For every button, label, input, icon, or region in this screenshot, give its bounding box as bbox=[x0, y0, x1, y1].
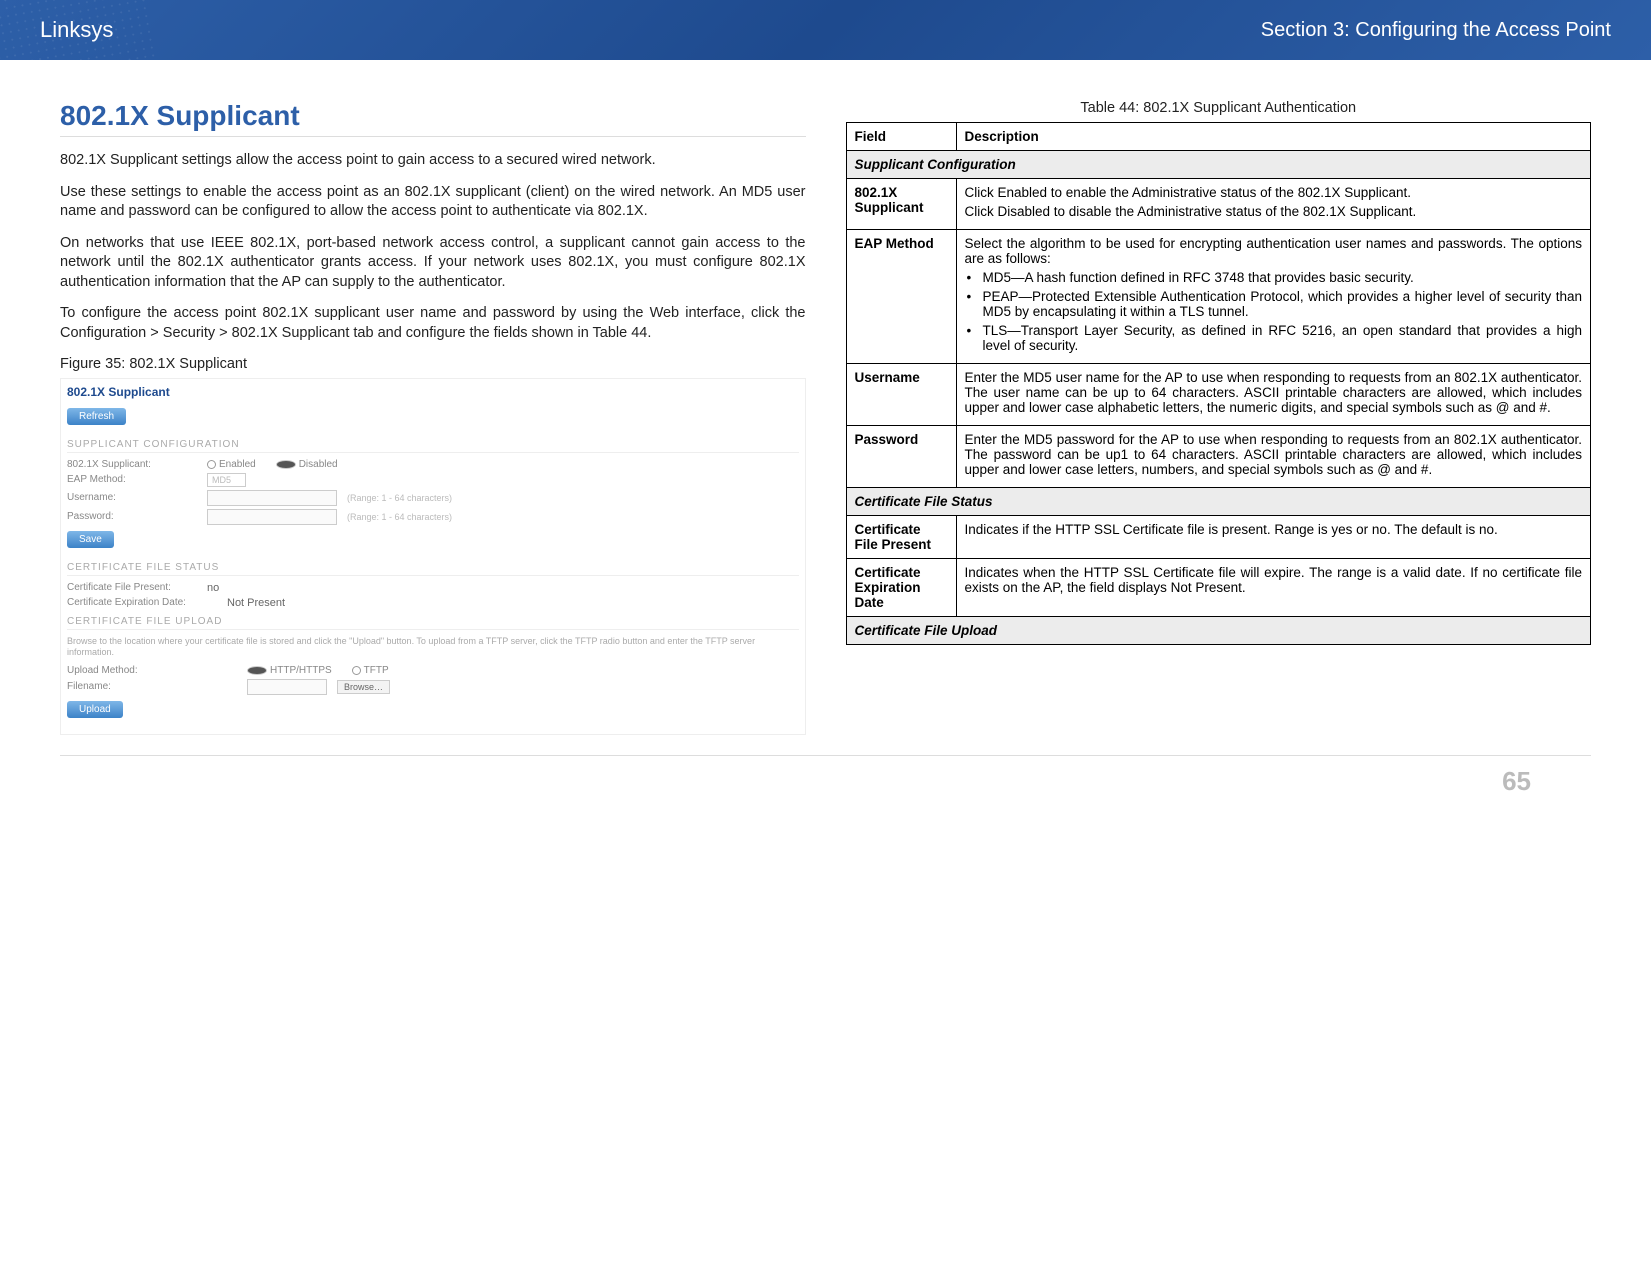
radio-label: TFTP bbox=[364, 665, 389, 676]
section-cell: Certificate File Status bbox=[846, 488, 1591, 516]
desc-text: Click Disabled to disable the Administra… bbox=[965, 204, 1583, 219]
table-row: EAP Method Select the algorithm to be us… bbox=[846, 230, 1591, 364]
field-cell: Password bbox=[846, 426, 956, 488]
section-cell: Certificate File Upload bbox=[846, 617, 1591, 645]
right-column: Table 44: 802.1X Supplicant Authenticati… bbox=[846, 100, 1592, 735]
col-header-field: Field bbox=[846, 123, 956, 151]
table-header-row: Field Description bbox=[846, 123, 1591, 151]
col-header-description: Description bbox=[956, 123, 1591, 151]
fig-label: Certificate File Present: bbox=[67, 582, 197, 593]
refresh-button[interactable]: Refresh bbox=[67, 408, 126, 425]
filename-input[interactable] bbox=[247, 679, 327, 695]
page-number: 65 bbox=[60, 755, 1591, 827]
body-paragraph: Use these settings to enable the access … bbox=[60, 183, 806, 222]
browse-button[interactable]: Browse… bbox=[337, 680, 390, 694]
eap-method-select[interactable]: MD5 bbox=[207, 473, 246, 487]
description-cell: Enter the MD5 password for the AP to use… bbox=[956, 426, 1591, 488]
cert-present-value: no bbox=[207, 582, 219, 594]
list-item: TLS—Transport Layer Security, as defined… bbox=[965, 323, 1583, 353]
figure-screenshot: 802.1X Supplicant Refresh SUPPLICANT CON… bbox=[60, 378, 806, 735]
list-item: MD5—A hash function defined in RFC 3748 … bbox=[965, 270, 1583, 285]
description-cell: Click Enabled to enable the Administrati… bbox=[956, 179, 1591, 230]
http-radio[interactable]: HTTP/HTTPS bbox=[247, 665, 332, 676]
table-section-row: Certificate File Upload bbox=[846, 617, 1591, 645]
list-item: PEAP—Protected Extensible Authentication… bbox=[965, 289, 1583, 319]
fig-label: Filename: bbox=[67, 681, 237, 692]
page-title: 802.1X Supplicant bbox=[60, 100, 806, 132]
radio-label: Enabled bbox=[219, 459, 256, 470]
radio-label: HTTP/HTTPS bbox=[270, 665, 332, 676]
description-cell: Indicates if the HTTP SSL Certificate fi… bbox=[956, 516, 1591, 559]
tftp-radio[interactable]: TFTP bbox=[352, 665, 389, 676]
field-cell: 802.1X Supplicant bbox=[846, 179, 956, 230]
description-cell: Indicates when the HTTP SSL Certificate … bbox=[956, 559, 1591, 617]
table-row: Username Enter the MD5 user name for the… bbox=[846, 364, 1591, 426]
range-hint: (Range: 1 - 64 characters) bbox=[347, 493, 452, 503]
fig-label: 802.1X Supplicant: bbox=[67, 459, 197, 470]
username-input[interactable] bbox=[207, 490, 337, 506]
desc-text: Enter the MD5 user name for the AP to us… bbox=[965, 370, 1583, 415]
fig-label: EAP Method: bbox=[67, 474, 197, 485]
radio-icon bbox=[276, 460, 296, 469]
radio-icon bbox=[247, 666, 267, 675]
field-cell: Certificate File Present bbox=[846, 516, 956, 559]
left-column: 802.1X Supplicant 802.1X Supplicant sett… bbox=[60, 100, 806, 735]
description-table: Field Description Supplicant Configurati… bbox=[846, 122, 1592, 645]
table-row: Password Enter the MD5 password for the … bbox=[846, 426, 1591, 488]
upload-note: Browse to the location where your certif… bbox=[67, 636, 799, 659]
table-row: 802.1X Supplicant Click Enabled to enabl… bbox=[846, 179, 1591, 230]
brand: Linksys bbox=[40, 17, 113, 43]
section-cell: Supplicant Configuration bbox=[846, 151, 1591, 179]
body-paragraph: On networks that use IEEE 802.1X, port-b… bbox=[60, 234, 806, 293]
desc-text: Enter the MD5 password for the AP to use… bbox=[965, 432, 1583, 477]
fig-title: 802.1X Supplicant bbox=[67, 385, 799, 399]
fig-label: Password: bbox=[67, 511, 197, 522]
description-cell: Enter the MD5 user name for the AP to us… bbox=[956, 364, 1591, 426]
enabled-radio[interactable]: Enabled bbox=[207, 459, 256, 470]
desc-text: Indicates when the HTTP SSL Certificate … bbox=[965, 565, 1583, 595]
desc-text: Click Enabled to enable the Administrati… bbox=[965, 185, 1583, 200]
fig-label: Upload Method: bbox=[67, 665, 237, 676]
title-rule bbox=[60, 136, 806, 137]
cert-expiration-value: Not Present bbox=[227, 597, 285, 609]
upload-button[interactable]: Upload bbox=[67, 701, 123, 718]
intro-paragraph: 802.1X Supplicant settings allow the acc… bbox=[60, 151, 806, 171]
page-header: Linksys Section 3: Configuring the Acces… bbox=[0, 0, 1651, 60]
range-hint: (Range: 1 - 64 characters) bbox=[347, 512, 452, 522]
description-cell: Select the algorithm to be used for encr… bbox=[956, 230, 1591, 364]
disabled-radio[interactable]: Disabled bbox=[276, 459, 338, 470]
field-cell: Username bbox=[846, 364, 956, 426]
save-button[interactable]: Save bbox=[67, 531, 114, 548]
table-row: Certificate File Present Indicates if th… bbox=[846, 516, 1591, 559]
fig-label: Certificate Expiration Date: bbox=[67, 597, 217, 608]
table-section-row: Certificate File Status bbox=[846, 488, 1591, 516]
desc-text: Indicates if the HTTP SSL Certificate fi… bbox=[965, 522, 1583, 537]
fig-section-header: CERTIFICATE FILE UPLOAD bbox=[67, 612, 799, 630]
body-paragraph: To configure the access point 802.1X sup… bbox=[60, 304, 806, 343]
radio-icon bbox=[207, 460, 216, 469]
field-cell: EAP Method bbox=[846, 230, 956, 364]
section-title: Section 3: Configuring the Access Point bbox=[1261, 19, 1611, 42]
fig-section-header: SUPPLICANT CONFIGURATION bbox=[67, 435, 799, 453]
table-section-row: Supplicant Configuration bbox=[846, 151, 1591, 179]
fig-section-header: CERTIFICATE FILE STATUS bbox=[67, 558, 799, 576]
radio-icon bbox=[352, 666, 361, 675]
field-cell: Certificate Expiration Date bbox=[846, 559, 956, 617]
figure-caption: Figure 35: 802.1X Supplicant bbox=[60, 356, 806, 372]
desc-text: Select the algorithm to be used for encr… bbox=[965, 236, 1583, 266]
table-row: Certificate Expiration Date Indicates wh… bbox=[846, 559, 1591, 617]
fig-label: Username: bbox=[67, 492, 197, 503]
password-input[interactable] bbox=[207, 509, 337, 525]
table-caption: Table 44: 802.1X Supplicant Authenticati… bbox=[846, 100, 1592, 116]
page-body: 802.1X Supplicant 802.1X Supplicant sett… bbox=[0, 60, 1651, 755]
radio-label: Disabled bbox=[299, 459, 338, 470]
